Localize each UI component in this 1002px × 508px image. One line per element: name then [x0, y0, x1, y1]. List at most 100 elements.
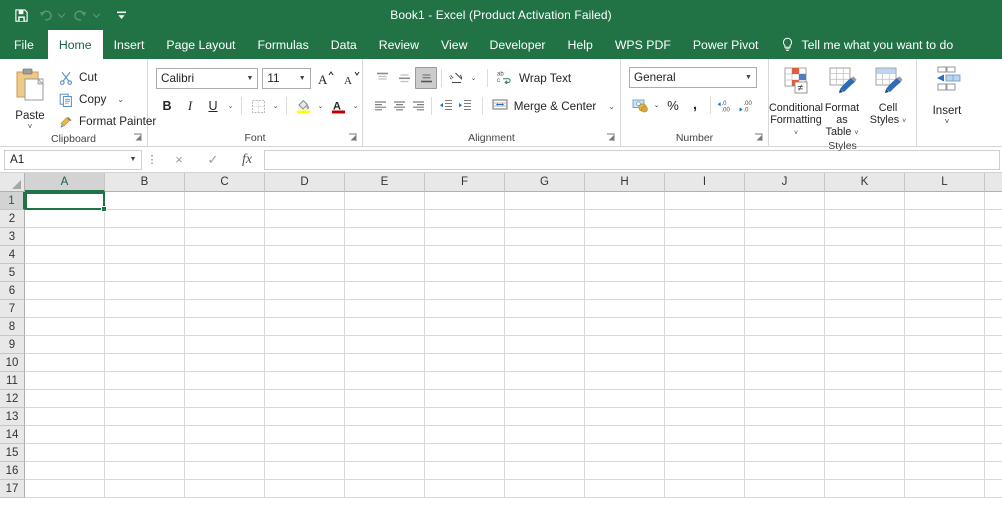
borders-chevron-down-icon[interactable]: ⌄	[270, 95, 281, 117]
cell-h8[interactable]	[585, 318, 665, 336]
increase-font-size-button[interactable]: A	[315, 67, 337, 89]
cell-l11[interactable]	[905, 372, 985, 390]
cell-i16[interactable]	[665, 462, 745, 480]
row-header-6[interactable]: 6	[0, 282, 25, 300]
italic-button[interactable]: I	[179, 95, 201, 117]
orientation-icon[interactable]: a	[446, 67, 468, 89]
format-painter-button[interactable]: Format Painter	[54, 111, 160, 132]
cell-f8[interactable]	[425, 318, 505, 336]
cell-g1[interactable]	[505, 192, 585, 210]
cell-l15[interactable]	[905, 444, 985, 462]
cell-g12[interactable]	[505, 390, 585, 408]
cell-c9[interactable]	[185, 336, 265, 354]
cell-l13[interactable]	[905, 408, 985, 426]
cell-i13[interactable]	[665, 408, 745, 426]
row-header-16[interactable]: 16	[0, 462, 25, 480]
cell-h1[interactable]	[585, 192, 665, 210]
cell-j13[interactable]	[745, 408, 825, 426]
cell-i11[interactable]	[665, 372, 745, 390]
column-header-g[interactable]: G	[505, 173, 585, 192]
cell-b5[interactable]	[105, 264, 185, 282]
save-icon[interactable]	[10, 4, 32, 26]
cell-j14[interactable]	[745, 426, 825, 444]
cell-c14[interactable]	[185, 426, 265, 444]
cell-a5[interactable]	[25, 264, 105, 282]
decrease-font-size-button[interactable]: A	[340, 67, 362, 89]
row-header-8[interactable]: 8	[0, 318, 25, 336]
cell-g11[interactable]	[505, 372, 585, 390]
column-header-d[interactable]: D	[265, 173, 345, 192]
cell-b7[interactable]	[105, 300, 185, 318]
column-header-e[interactable]: E	[345, 173, 425, 192]
format-as-table-button[interactable]: Format as Table ˅	[819, 64, 865, 140]
cell-e16[interactable]	[345, 462, 425, 480]
conditional-formatting-button[interactable]: ≠ Conditional Formatting ˅	[769, 64, 823, 140]
cell-g10[interactable]	[505, 354, 585, 372]
copy-dropdown-chevron-icon[interactable]: ⌄	[117, 95, 124, 104]
insert-chevron-down-icon[interactable]: ˅	[945, 118, 950, 126]
cell-j9[interactable]	[745, 336, 825, 354]
cell-b1[interactable]	[105, 192, 185, 210]
cell-m10[interactable]	[985, 354, 1002, 372]
insert-cells-button[interactable]: Insert ˅	[925, 66, 969, 126]
cell-b4[interactable]	[105, 246, 185, 264]
redo-icon[interactable]	[69, 4, 91, 26]
cell-m14[interactable]	[985, 426, 1002, 444]
cell-a9[interactable]	[25, 336, 105, 354]
cell-m8[interactable]	[985, 318, 1002, 336]
bottom-align-icon[interactable]	[415, 67, 437, 89]
increase-indent-icon[interactable]	[455, 95, 474, 117]
cell-f12[interactable]	[425, 390, 505, 408]
cell-f17[interactable]	[425, 480, 505, 498]
cell-j8[interactable]	[745, 318, 825, 336]
customize-qat-icon[interactable]	[110, 4, 132, 26]
select-all-corner[interactable]	[0, 173, 25, 192]
tab-formulas[interactable]: Formulas	[246, 30, 319, 59]
fill-handle[interactable]	[101, 206, 107, 212]
cell-j15[interactable]	[745, 444, 825, 462]
cell-d2[interactable]	[265, 210, 345, 228]
font-dialog-launcher-icon[interactable]	[348, 133, 358, 143]
cell-f3[interactable]	[425, 228, 505, 246]
column-header-h[interactable]: H	[585, 173, 665, 192]
cell-f6[interactable]	[425, 282, 505, 300]
tab-view[interactable]: View	[430, 30, 478, 59]
cell-d7[interactable]	[265, 300, 345, 318]
cell-i14[interactable]	[665, 426, 745, 444]
number-dialog-launcher-icon[interactable]	[754, 133, 764, 143]
cell-i1[interactable]	[665, 192, 745, 210]
increase-decimal-icon[interactable]: .0 .00	[715, 94, 737, 116]
cell-i5[interactable]	[665, 264, 745, 282]
number-format-combo[interactable]: General ▼	[629, 67, 757, 88]
cell-d10[interactable]	[265, 354, 345, 372]
cell-g14[interactable]	[505, 426, 585, 444]
cell-h12[interactable]	[585, 390, 665, 408]
tab-page-layout[interactable]: Page Layout	[155, 30, 246, 59]
cell-m13[interactable]	[985, 408, 1002, 426]
cell-a11[interactable]	[25, 372, 105, 390]
cell-g7[interactable]	[505, 300, 585, 318]
cell-l6[interactable]	[905, 282, 985, 300]
cell-b12[interactable]	[105, 390, 185, 408]
row-header-11[interactable]: 11	[0, 372, 25, 390]
cell-l17[interactable]	[905, 480, 985, 498]
cell-e15[interactable]	[345, 444, 425, 462]
borders-icon[interactable]	[247, 95, 269, 117]
name-box-chevron-down-icon[interactable]: ▼	[125, 156, 141, 163]
cell-m16[interactable]	[985, 462, 1002, 480]
cell-h14[interactable]	[585, 426, 665, 444]
cell-e7[interactable]	[345, 300, 425, 318]
cell-h6[interactable]	[585, 282, 665, 300]
cell-g2[interactable]	[505, 210, 585, 228]
accounting-format-chevron-down-icon[interactable]: ⌄	[651, 94, 662, 116]
accounting-number-format-icon[interactable]	[629, 94, 651, 116]
cell-l1[interactable]	[905, 192, 985, 210]
cell-e17[interactable]	[345, 480, 425, 498]
cell-d12[interactable]	[265, 390, 345, 408]
cell-e3[interactable]	[345, 228, 425, 246]
cell-m11[interactable]	[985, 372, 1002, 390]
cell-d5[interactable]	[265, 264, 345, 282]
cell-c8[interactable]	[185, 318, 265, 336]
cell-k17[interactable]	[825, 480, 905, 498]
cell-j11[interactable]	[745, 372, 825, 390]
